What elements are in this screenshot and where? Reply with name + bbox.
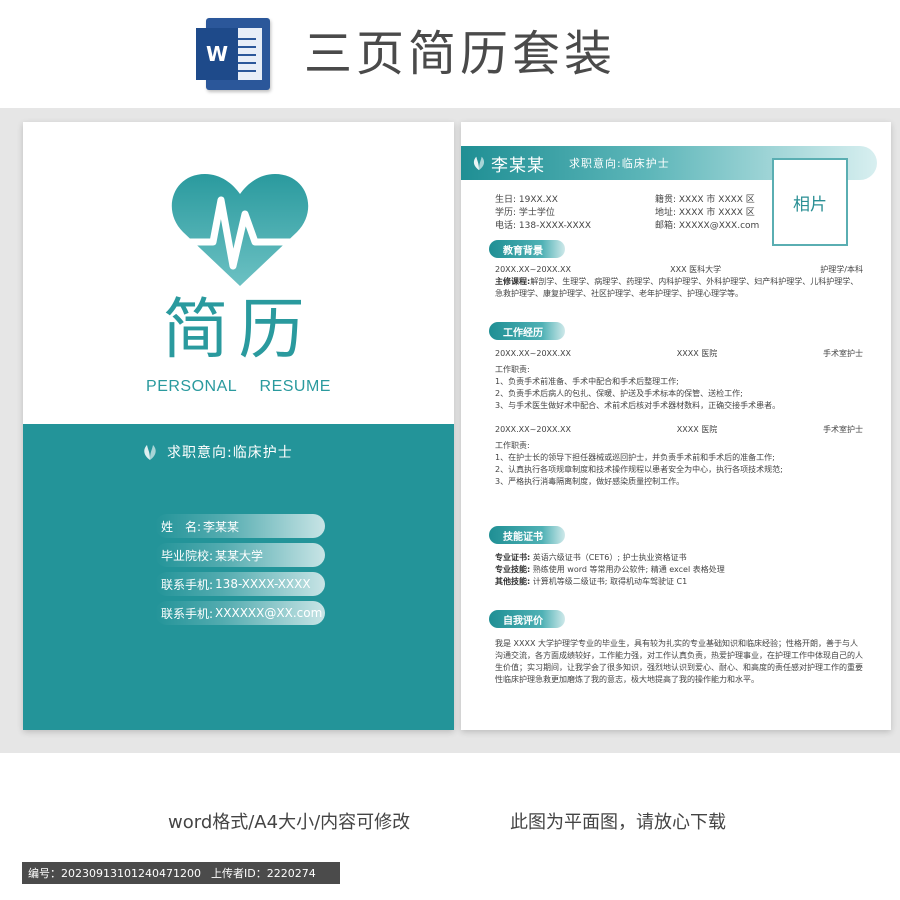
leaf-icon — [473, 156, 485, 171]
word-icon-letter: W — [196, 28, 238, 80]
info-value: XXXXXX@XX.com — [215, 606, 323, 620]
heart-ecg-icon — [169, 174, 311, 286]
info-value: 138-XXXX-XXXX — [215, 577, 311, 591]
header: W 三页简历套装 — [0, 0, 900, 108]
skill-item: 专业技能: 熟练使用 word 等常用办公软件; 精通 excel 表格处理 — [495, 565, 725, 574]
info-row-email: 联系手机: XXXXXX@XX.com — [155, 601, 325, 625]
job-duty: 1、负责手术前准备、手术中配合和手术后整理工作; — [495, 377, 679, 386]
job-duty: 3、与手术医生做好术中配合、术前术后核对手术器材数料，正确交接手术患者。 — [495, 401, 781, 410]
section-self-eval-heading: 自我评价 — [489, 610, 565, 628]
job-role: 手术室护士 — [823, 425, 863, 434]
job-duties-label: 工作职责: — [495, 441, 530, 450]
resume-intent: 求职意向:临床护士 — [569, 157, 670, 170]
self-eval-text: 我是 XXXX 大学护理学专业的毕业生，具有较为扎实的专业基础知识和临床经验；性… — [495, 639, 863, 684]
job-duties-label: 工作职责: — [495, 365, 530, 374]
basic-right: 地址: XXXX 市 XXXX 区 — [655, 208, 755, 218]
job-period: 20XX.XX~20XX.XX — [495, 425, 571, 434]
education-period: 20XX.XX~20XX.XX — [495, 265, 571, 274]
cover-info-panel: 求职意向:临床护士 姓 名: 李某某 毕业院校: 某某大学 联系手机: 138-… — [23, 424, 454, 730]
work-job-2: 20XX.XX~20XX.XX XXXX 医院 手术室护士 工作职责: 1、在护… — [495, 424, 863, 488]
basic-left: 生日: 19XX.XX — [495, 195, 558, 205]
section-education-heading: 教育背景 — [489, 240, 565, 258]
info-label: 姓 名: — [161, 519, 202, 534]
photo-placeholder: 相片 — [772, 158, 848, 246]
cover-info-list: 姓 名: 李某某 毕业院校: 某某大学 联系手机: 138-XXXX-XXXX … — [155, 514, 325, 630]
cover-title: 简历 — [162, 291, 315, 368]
job-duty: 3、严格执行消毒隔离制度，做好感染质量控制工作。 — [495, 477, 685, 486]
basic-info-row: 电话: 138-XXXX-XXXX 邮箱: XXXXX@XXX.com — [495, 218, 765, 231]
cover-intent-text: 求职意向:临床护士 — [167, 445, 293, 461]
education-courses: 主修课程:解剖学、生理学、病理学、药理学、内科护理学、外科护理学、妇产科护理学、… — [495, 277, 859, 298]
basic-right: 邮箱: XXXXX@XXX.com — [655, 221, 760, 231]
info-label: 毕业院校: — [161, 548, 214, 563]
job-period: 20XX.XX~20XX.XX — [495, 349, 571, 358]
info-value: 某某大学 — [215, 548, 264, 563]
basic-info: 生日: 19XX.XX 籍贯: XXXX 市 XXXX 区 学历: 学士学位 地… — [495, 192, 765, 231]
basic-left: 电话: 138-XXXX-XXXX — [495, 221, 591, 231]
cover-page: 简历 PERSONAL RESUME 求职意向:临床护士 姓 名: 李某某 毕业… — [23, 122, 454, 730]
uploader-info: 上传者ID：2220274 — [210, 867, 316, 880]
resume-name: 李某某 — [491, 155, 545, 176]
job-org: XXXX 医院 — [676, 349, 718, 358]
resume-page: 李某某 求职意向:临床护士 相片 生日: 19XX.XX 籍贯: XXXX 市 … — [461, 122, 891, 730]
info-value: 李某某 — [203, 519, 240, 534]
section-skills-heading: 技能证书 — [489, 526, 565, 544]
format-note: word格式/A4大小/内容可修改 — [168, 812, 411, 833]
work-job-1: 20XX.XX~20XX.XX XXXX 医院 手术室护士 工作职责: 1、负责… — [495, 348, 863, 412]
education-header-row: 20XX.XX~20XX.XX XXX 医科大学 护理学/本科 — [495, 264, 863, 276]
id-info: 编号：20230913101240471200 — [28, 867, 201, 880]
section-work-heading: 工作经历 — [489, 322, 565, 340]
info-label: 联系手机: — [161, 577, 214, 592]
basic-info-row: 学历: 学士学位 地址: XXXX 市 XXXX 区 — [495, 205, 765, 218]
basic-info-row: 生日: 19XX.XX 籍贯: XXXX 市 XXXX 区 — [495, 192, 765, 205]
skill-item: 专业证书: 英语六级证书（CET6）; 护士执业资格证书 — [495, 553, 687, 562]
word-icon: W — [196, 18, 270, 90]
job-duty: 2、认真执行各项规章制度和技术操作规程以患者安全为中心，执行各项技术规范; — [495, 465, 783, 474]
job-duty: 1、在护士长的领导下担任器械或巡回护士，并负责手术前和手术后的准备工作; — [495, 453, 775, 462]
page-title: 三页简历套装 — [304, 26, 617, 82]
job-header-row: 20XX.XX~20XX.XX XXXX 医院 手术室护士 — [495, 348, 863, 360]
education-degree: 护理学/本科 — [820, 265, 863, 274]
section-skills: 专业证书: 英语六级证书（CET6）; 护士执业资格证书 专业技能: 熟练使用 … — [495, 552, 863, 588]
info-row-school: 毕业院校: 某某大学 — [155, 543, 325, 567]
basic-right: 籍贯: XXXX 市 XXXX 区 — [655, 195, 755, 205]
job-header-row: 20XX.XX~20XX.XX XXXX 医院 手术室护士 — [495, 424, 863, 436]
job-role: 手术室护士 — [823, 349, 863, 358]
leaf-icon — [144, 445, 156, 460]
job-org: XXXX 医院 — [676, 425, 718, 434]
cover-intent: 求职意向:临床护士 — [141, 442, 293, 462]
basic-left: 学历: 学士学位 — [495, 208, 555, 218]
info-row-phone: 联系手机: 138-XXXX-XXXX — [155, 572, 325, 596]
info-label: 联系手机: — [161, 606, 214, 621]
education-school: XXX 医科大学 — [670, 265, 722, 274]
job-duty: 2、负责手术后病人的包扎、保暖、护送及手术标本的保管、送检工作; — [495, 389, 743, 398]
download-note: 此图为平面图，请放心下载 — [510, 812, 726, 833]
cover-subtitle: PERSONAL RESUME — [146, 378, 331, 395]
id-bar: 编号：20230913101240471200 上传者ID：2220274 — [22, 862, 340, 884]
skill-item: 其他技能: 计算机等级二级证书; 取得机动车驾驶证 C1 — [495, 577, 688, 586]
info-row-name: 姓 名: 李某某 — [155, 514, 325, 538]
section-education: 20XX.XX~20XX.XX XXX 医科大学 护理学/本科 主修课程:解剖学… — [495, 264, 863, 300]
